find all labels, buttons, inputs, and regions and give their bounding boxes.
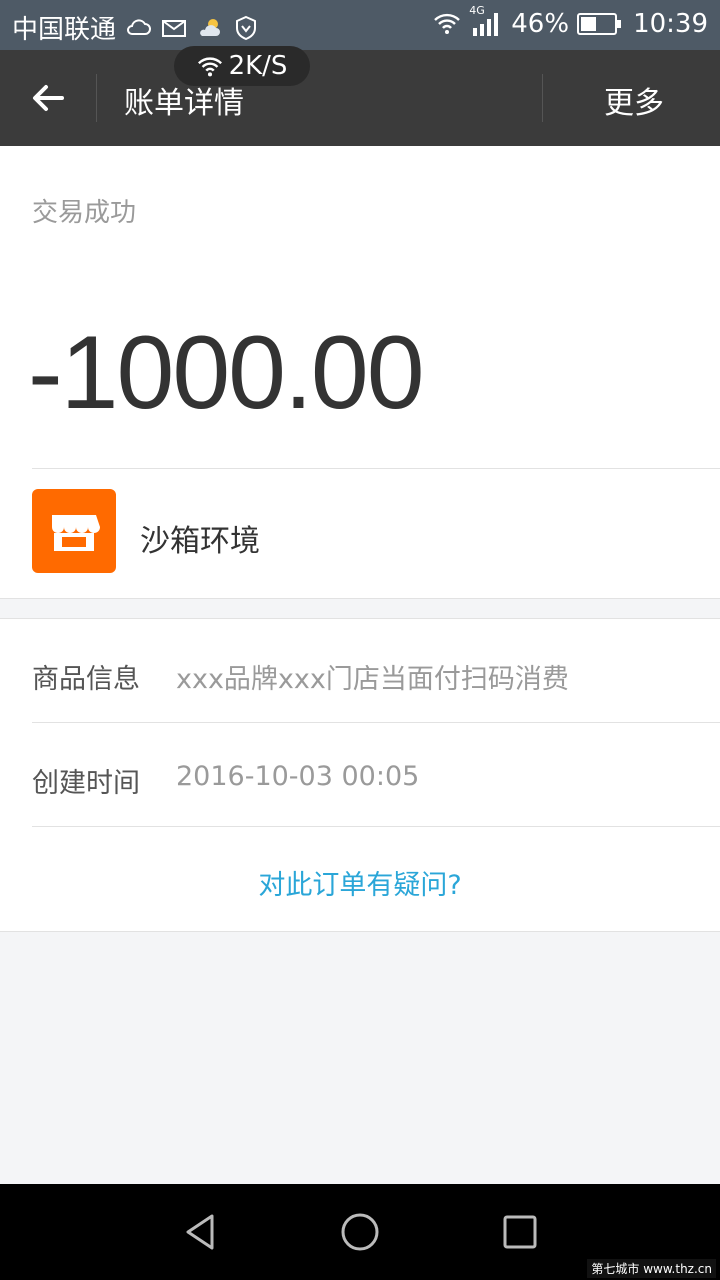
transaction-status: 交易成功 (32, 198, 137, 228)
nav-divider (96, 74, 97, 122)
order-question-link[interactable]: 对此订单有疑问? (0, 863, 720, 902)
system-navigation-bar: 第七城市 www.thz.cn (0, 1184, 720, 1280)
signal-icon: 4G (469, 4, 503, 38)
triangle-back-icon (186, 1214, 214, 1250)
battery-percent: 46% (511, 9, 570, 39)
top-nav-bar: 账单详情 更多 (0, 50, 720, 146)
merchant-name: 沙箱环境 (140, 524, 260, 559)
weather-icon (196, 14, 224, 42)
more-button[interactable]: 更多 (604, 78, 664, 122)
divider (32, 468, 720, 469)
transaction-amount: -1000.00 (28, 315, 425, 431)
wifi-icon (433, 10, 461, 38)
back-arrow-icon (33, 85, 64, 111)
divider (32, 826, 720, 827)
battery-icon (577, 13, 622, 35)
watermark: 第七城市 www.thz.cn (587, 1259, 716, 1278)
status-bar: 中国联通 4G 46% 10:39 (0, 0, 720, 50)
battery-fill (581, 17, 597, 31)
created-time-label: 创建时间 (32, 768, 140, 799)
transaction-summary-card: 交易成功 -1000.00 沙箱环境 (0, 146, 720, 599)
nav-divider (542, 74, 543, 122)
wifi-icon (197, 57, 222, 77)
back-button[interactable] (20, 72, 76, 124)
carrier-label: 中国联通 (12, 15, 117, 45)
shield-icon (232, 14, 260, 42)
mail-icon (160, 14, 188, 42)
square-recents-icon (503, 1215, 537, 1249)
divider (32, 722, 720, 723)
network-speed-overlay: 2K/S (174, 46, 310, 86)
clock: 10:39 (633, 9, 708, 39)
store-icon (52, 515, 100, 551)
product-info-label: 商品信息 (32, 664, 140, 695)
transaction-details-card: 商品信息 xxx品牌xxx门店当面付扫码消费 创建时间 2016-10-03 0… (0, 618, 720, 932)
system-back-button[interactable] (178, 1210, 222, 1254)
merchant-logo (32, 489, 116, 573)
cloud-icon (124, 14, 152, 42)
system-home-button[interactable] (338, 1210, 382, 1254)
net-speed-label: 2K/S (228, 51, 288, 81)
product-info-value: xxx品牌xxx门店当面付扫码消费 (176, 664, 569, 695)
system-recents-button[interactable] (498, 1210, 542, 1254)
created-time-value: 2016-10-03 00:05 (176, 761, 420, 792)
circle-home-icon (341, 1213, 379, 1251)
network-type-label: 4G (469, 4, 485, 17)
